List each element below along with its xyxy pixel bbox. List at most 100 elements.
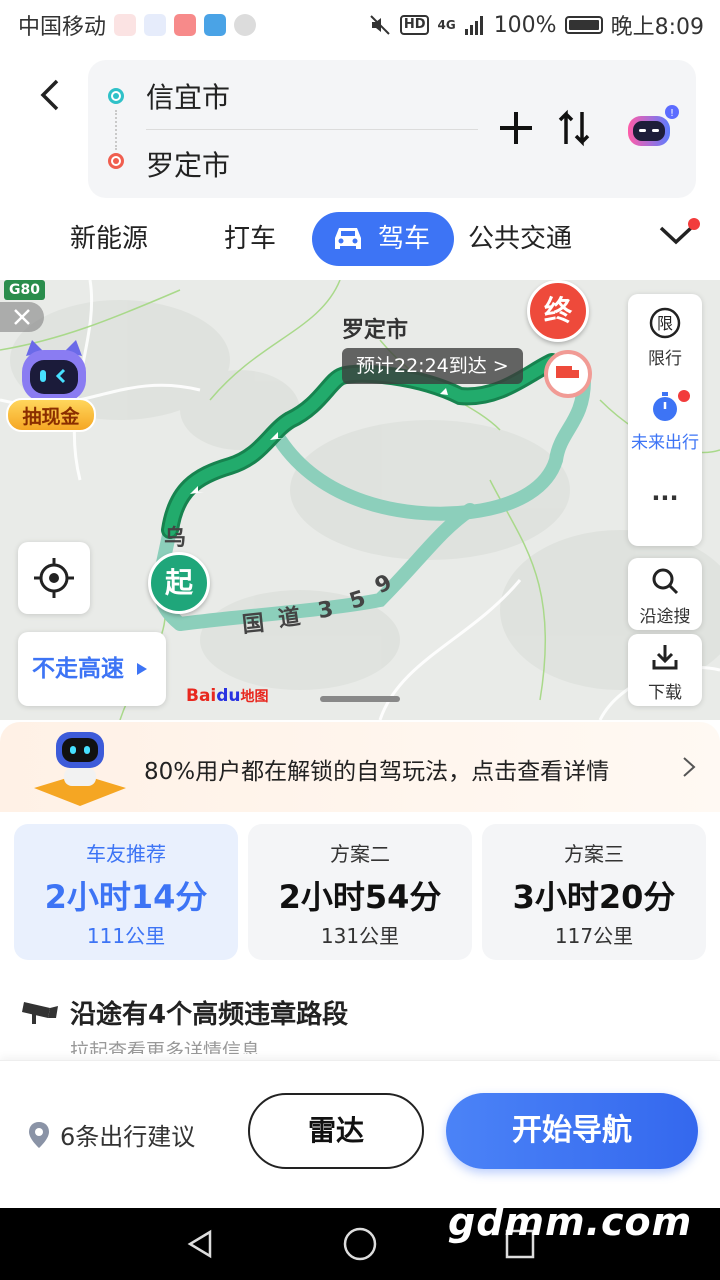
highway-shield-g80: G80 — [4, 280, 45, 300]
mute-icon — [370, 15, 390, 35]
shopping-notification-icon — [174, 14, 197, 36]
chevron-right-icon — [683, 757, 696, 777]
future-trip-badge — [678, 390, 690, 402]
search-along-button[interactable]: 沿途搜 — [628, 558, 702, 630]
nav-back-icon[interactable] — [184, 1228, 216, 1260]
status-bar: 中国移动 HD 4G 100% 晚上8:09 — [0, 0, 720, 50]
more-modes-button[interactable] — [658, 218, 700, 258]
locate-me-button[interactable] — [18, 542, 90, 614]
destination-marker: 终 — [527, 280, 589, 342]
route-plan-time: 2小时14分 — [44, 878, 208, 916]
promo-text: 80%用户都在解锁的自驾玩法，点击查看详情 — [144, 759, 610, 785]
travel-suggestions-label: 6条出行建议 — [60, 1123, 196, 1151]
travel-suggestions[interactable]: 6条出行建议 — [28, 1117, 195, 1152]
violation-notice[interactable]: 沿途有4个高频违章路段 拉起查看更多详情信息 — [20, 990, 700, 1060]
route-plan-time: 2小时54分 — [278, 878, 442, 916]
car-icon — [335, 228, 361, 249]
new-badge — [688, 218, 700, 230]
promo-banner[interactable]: 80%用户都在解锁的自驾玩法，点击查看详情 — [0, 722, 720, 812]
cash-reward-widget[interactable]: 抽现金 — [6, 336, 98, 434]
radar-button[interactable]: 雷达 — [248, 1093, 424, 1169]
hd-badge: HD — [399, 15, 430, 35]
close-icon — [14, 309, 30, 325]
more-tools-button[interactable]: ··· — [628, 484, 702, 524]
map-pin-notification-icon — [114, 14, 137, 36]
tab-taxi[interactable]: 打车 — [224, 212, 276, 266]
watermark: gdmm.com — [448, 1200, 693, 1244]
transport-mode-tabs: 新能源 打车 驾车 公共交通 — [0, 212, 720, 268]
gmail-notification-icon — [144, 14, 167, 36]
avoid-highway-button[interactable]: 不走高速 — [18, 632, 166, 706]
carrier-label: 中国移动 — [18, 15, 107, 40]
search-icon — [652, 568, 679, 595]
start-navigation-button[interactable]: 开始导航 — [446, 1093, 698, 1169]
route-plan-card[interactable]: 车友推荐 2小时14分 111公里 — [14, 824, 238, 960]
search-along-label: 沿途搜 — [639, 607, 691, 627]
restriction-button[interactable]: 限 限行 — [628, 306, 702, 376]
download-label: 下载 — [648, 683, 682, 703]
route-input-box: 信宜市 罗定市 ! — [88, 60, 696, 198]
route-plans: 车友推荐 2小时14分 111公里 方案二 2小时54分 131公里 方案三 3… — [0, 812, 720, 972]
tab-public-transit[interactable]: 公共交通 — [468, 212, 572, 266]
assistant-button[interactable]: ! — [622, 100, 682, 160]
system-navigation-bar: gdmm.com — [0, 1200, 720, 1280]
signal-icon — [464, 16, 483, 35]
cash-reward-label: 抽现金 — [6, 398, 96, 432]
more-dots-icon: ··· — [651, 484, 679, 512]
avoid-highway-label: 不走高速 — [32, 656, 124, 682]
status-bar-right: HD 4G 100% 晚上8:09 — [368, 9, 704, 41]
swap-route-button[interactable] — [552, 106, 596, 150]
bottom-action-bar: 6条出行建议 雷达 开始导航 — [0, 1060, 720, 1208]
route-plan-distance: 131公里 — [320, 924, 400, 948]
timer-icon — [653, 392, 677, 421]
route-plan-name: 方案二 — [330, 842, 390, 866]
plus-icon — [500, 112, 532, 144]
download-icon — [652, 645, 678, 670]
route-plan-name: 车友推荐 — [86, 842, 166, 866]
battery-percent: 100% — [493, 12, 557, 38]
origin-field[interactable]: 信宜市 — [146, 76, 230, 116]
baidu-map-logo: Baidu地图 — [186, 686, 269, 706]
battery-icon — [564, 16, 603, 34]
swap-icon — [558, 109, 590, 147]
violation-subtitle: 拉起查看更多详情信息 — [70, 1040, 261, 1054]
destination-dot-icon — [108, 153, 124, 169]
wechat-notification-icon — [234, 14, 257, 36]
route-plan-name: 方案三 — [564, 842, 624, 866]
route-divider — [146, 129, 478, 130]
clock: 晚上8:09 — [610, 15, 704, 40]
nav-home-icon[interactable] — [342, 1226, 378, 1262]
add-waypoint-button[interactable] — [494, 106, 538, 150]
svg-text:!: ! — [670, 108, 674, 119]
destination-field[interactable]: 罗定市 — [146, 144, 230, 184]
future-trip-label: 未来出行 — [631, 433, 699, 453]
svg-text:限: 限 — [657, 314, 673, 333]
route-plan-card[interactable]: 方案二 2小时54分 131公里 — [248, 824, 472, 960]
origin-dot-icon — [108, 88, 124, 104]
download-button[interactable]: 下载 — [628, 634, 702, 706]
route-map[interactable]: G80 抽现金 终 罗定市 预计22:24到达 > 乌 起 国 道 3 5 9 … — [0, 280, 720, 720]
tab-new-energy[interactable]: 新能源 — [70, 212, 148, 266]
road-label-char: 道 — [276, 604, 302, 633]
town-label: 乌 — [164, 526, 187, 551]
destination-city-label: 罗定市 — [342, 318, 409, 343]
crosshair-icon — [34, 558, 74, 598]
origin-marker: 起 — [148, 552, 210, 614]
map-tools-panel: 限 限行 未来出行 ··· — [628, 294, 702, 546]
eta-label[interactable]: 预计22:24到达 > — [342, 348, 523, 384]
back-button[interactable] — [24, 70, 74, 120]
violation-title: 沿途有4个高频违章路段 — [70, 1000, 349, 1030]
assistant-robot-icon: ! — [628, 105, 679, 146]
route-connector — [115, 110, 117, 150]
road-label-char: 国 — [241, 610, 266, 639]
network-type: 4G — [437, 18, 456, 32]
robot-mascot-icon — [34, 732, 126, 806]
route-plan-distance: 117公里 — [554, 924, 634, 948]
route-plan-distance: 111公里 — [86, 924, 166, 948]
route-plan-card[interactable]: 方案三 3小时20分 117公里 — [482, 824, 706, 960]
future-trip-button[interactable]: 未来出行 — [628, 390, 702, 460]
sheet-drag-handle[interactable] — [320, 696, 400, 702]
tab-drive[interactable]: 驾车 — [312, 212, 455, 266]
restriction-icon: 限 — [649, 307, 681, 339]
close-promo-button[interactable] — [0, 302, 44, 332]
